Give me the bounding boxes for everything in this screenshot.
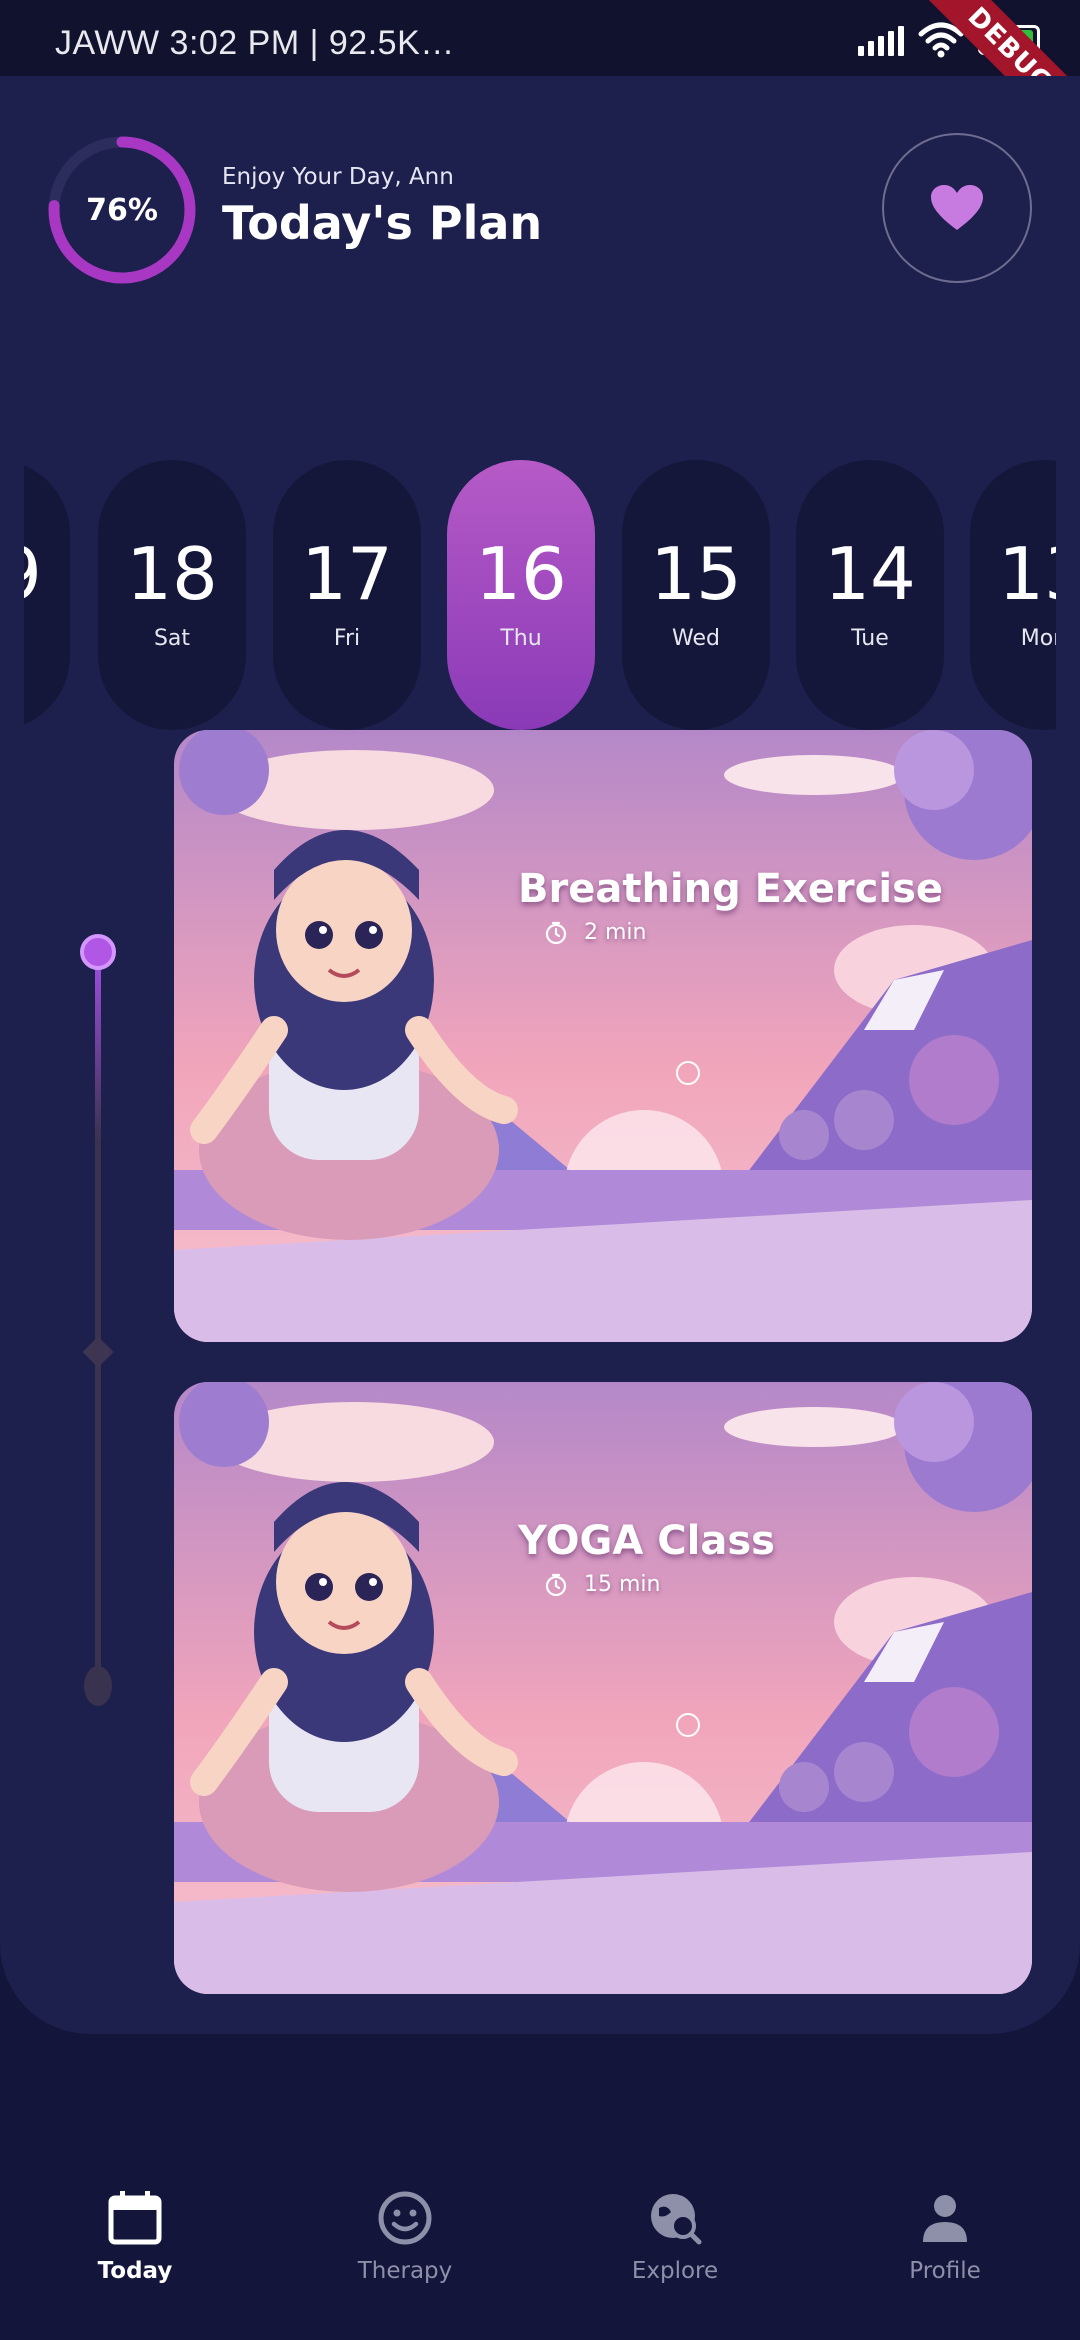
date-pill[interactable]: 13 Mon bbox=[970, 460, 1056, 730]
timer-icon bbox=[545, 1573, 567, 1596]
activity-card-breathing[interactable]: Breathing Exercise 2 min bbox=[174, 730, 1032, 1342]
smiley-icon bbox=[378, 2191, 432, 2245]
date-pill-selected[interactable]: 16 Thu bbox=[447, 460, 595, 730]
date-weekday: Wed bbox=[672, 626, 720, 651]
date-number: 17 bbox=[301, 532, 393, 616]
activity-card-yoga[interactable]: YOGA Class 15 min bbox=[174, 1382, 1032, 1994]
date-weekday: Thu bbox=[500, 626, 542, 651]
page-title: Today's Plan bbox=[222, 196, 543, 250]
yoga-illustration bbox=[174, 1382, 1032, 1994]
bottom-navigation: Today Therapy Explore Profile bbox=[0, 2150, 1080, 2340]
timeline-end bbox=[84, 1666, 112, 1706]
duration-text: 2 min bbox=[584, 920, 647, 945]
date-selector: 19 18 Sat 17 Fri 16 Thu 15 Wed 14 Tue 13… bbox=[24, 380, 1056, 730]
globe-search-icon bbox=[651, 2194, 702, 2245]
nav-label: Therapy bbox=[357, 2258, 453, 2284]
greeting-text: Enjoy Your Day, Ann bbox=[222, 164, 454, 190]
date-pill[interactable]: 18 Sat bbox=[98, 460, 246, 730]
person-icon bbox=[923, 2195, 967, 2242]
progress-percent: 76% bbox=[86, 192, 158, 228]
nav-profile[interactable]: Profile bbox=[845, 2188, 1045, 2284]
status-text: JAWW 3:02 PM | 92.5K… bbox=[55, 24, 455, 62]
nav-label: Explore bbox=[631, 2258, 719, 2284]
heart-icon bbox=[931, 185, 983, 230]
date-number: 18 bbox=[126, 532, 218, 616]
date-number: 15 bbox=[650, 532, 742, 616]
nav-label: Today bbox=[97, 2258, 173, 2284]
date-pill[interactable]: 17 Fri bbox=[273, 460, 421, 730]
timer-icon bbox=[545, 921, 567, 944]
activity-title: Breathing Exercise bbox=[518, 866, 944, 912]
timeline-track bbox=[95, 954, 101, 1698]
main-panel: 76% Enjoy Your Day, Ann Today's Plan 19 … bbox=[0, 76, 1080, 2034]
date-number: 14 bbox=[824, 532, 916, 616]
yoga-illustration bbox=[174, 730, 1032, 1342]
date-number: 16 bbox=[475, 532, 567, 616]
date-pill[interactable]: 15 Wed bbox=[622, 460, 770, 730]
timeline-knob[interactable] bbox=[80, 934, 116, 970]
activity-title: YOGA Class bbox=[518, 1518, 775, 1564]
nav-therapy[interactable]: Therapy bbox=[305, 2188, 505, 2284]
nav-today[interactable]: Today bbox=[35, 2188, 235, 2284]
timeline-marker bbox=[82, 1336, 114, 1368]
calendar-icon bbox=[108, 2191, 162, 2245]
date-pill[interactable]: 14 Tue bbox=[796, 460, 944, 730]
date-weekday: Fri bbox=[333, 626, 361, 651]
date-weekday: Sat bbox=[153, 626, 191, 651]
duration-text: 15 min bbox=[584, 1572, 661, 1597]
status-bar: JAWW 3:02 PM | 92.5K… 94 DEBUG bbox=[0, 0, 1080, 165]
date-number: 19 bbox=[24, 538, 70, 610]
date-pill[interactable]: 19 bbox=[24, 460, 70, 730]
date-weekday: Tue bbox=[851, 626, 889, 651]
nav-explore[interactable]: Explore bbox=[575, 2188, 775, 2284]
favorite-button[interactable] bbox=[882, 133, 1032, 283]
activity-duration: 2 min bbox=[544, 920, 646, 945]
date-number: 13 bbox=[998, 532, 1056, 616]
signal-icon bbox=[858, 24, 904, 56]
nav-label: Profile bbox=[909, 2258, 981, 2284]
date-weekday: Mon bbox=[1020, 626, 1056, 651]
activity-duration: 15 min bbox=[544, 1572, 660, 1597]
